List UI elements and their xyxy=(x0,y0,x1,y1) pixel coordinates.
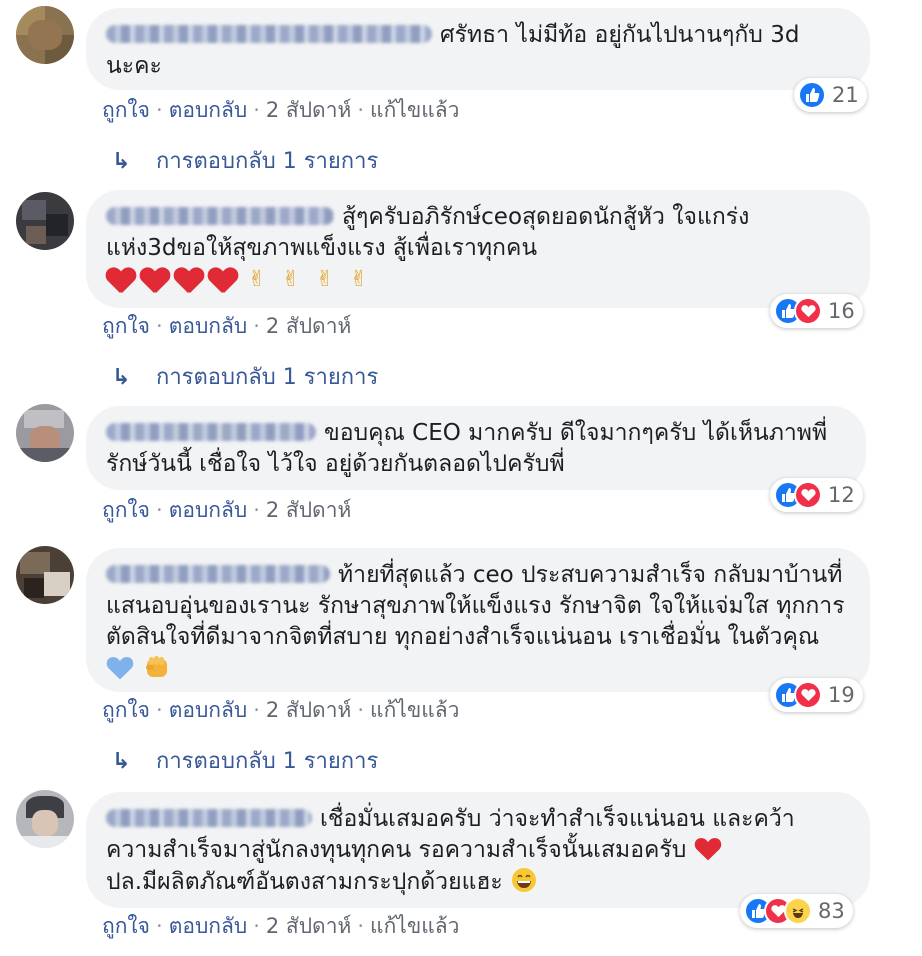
raised-fist-icon xyxy=(143,653,173,681)
reply-link[interactable]: ตอบกลับ xyxy=(169,314,248,338)
reply-link[interactable]: ตอบกลับ xyxy=(169,698,248,722)
view-replies-link[interactable]: ↳ การตอบกลับ 1 รายการ xyxy=(112,364,378,392)
avatar[interactable] xyxy=(16,192,74,250)
red-heart-icon xyxy=(174,266,204,294)
red-heart-icon xyxy=(208,266,238,294)
edited-label[interactable]: แก้ไขแล้ว xyxy=(370,914,459,938)
timestamp[interactable]: 2 สัปดาห์ xyxy=(266,98,351,122)
reply-link[interactable]: ตอบกลับ xyxy=(169,498,248,522)
reaction-count: 16 xyxy=(828,299,855,323)
reaction-count: 21 xyxy=(832,83,859,107)
replies-label: การตอบกลับ 1 รายการ xyxy=(156,365,379,390)
reaction-count: 12 xyxy=(828,483,855,507)
comment-bubble: ศรัทธา ไม่มีท้อ อยู่กันไปนานๆกับ 3d นะคะ xyxy=(86,8,870,90)
edited-label[interactable]: แก้ไขแล้ว xyxy=(370,698,459,722)
author-name[interactable] xyxy=(106,207,334,225)
avatar[interactable] xyxy=(16,790,74,848)
view-replies-link[interactable]: ↳ การตอบกลับ 1 รายการ xyxy=(112,148,378,176)
replies-label: การตอบกลับ 1 รายการ xyxy=(156,149,379,174)
victory-hand-icon: ✌ xyxy=(247,267,267,292)
comment-text-line: ปล.มีผลิตภัณฑ์อันตงสามกระปุกด้วยแฮะ xyxy=(106,869,503,895)
reply-arrow-icon: ↳ xyxy=(112,749,131,774)
comment-actions: ถูกใจ · ตอบกลับ · 2 สัปดาห์ xyxy=(102,314,352,338)
avatar[interactable] xyxy=(16,546,74,604)
timestamp[interactable]: 2 สัปดาห์ xyxy=(266,914,351,938)
reaction-count: 83 xyxy=(818,899,845,923)
grinning-face-icon xyxy=(510,866,540,894)
timestamp[interactable]: 2 สัปดาห์ xyxy=(266,498,351,522)
reaction-count: 19 xyxy=(828,683,855,707)
haha-reaction-icon xyxy=(784,897,812,925)
victory-hand-icon: ✌ xyxy=(315,267,335,292)
reply-link[interactable]: ตอบกลับ xyxy=(169,98,248,122)
author-name[interactable] xyxy=(106,809,312,827)
like-link[interactable]: ถูกใจ xyxy=(102,314,150,338)
comment-bubble: เชื่อมั่นเสมอครับ ว่าจะทำสำเร็จแน่นอน แล… xyxy=(86,792,870,908)
timestamp[interactable]: 2 สัปดาห์ xyxy=(266,314,351,338)
red-heart-icon xyxy=(106,266,136,294)
red-heart-icon xyxy=(694,836,724,864)
reaction-summary[interactable]: 21 xyxy=(794,78,867,112)
like-link[interactable]: ถูกใจ xyxy=(102,698,150,722)
comment-actions: ถูกใจ · ตอบกลับ · 2 สัปดาห์ · แก้ไขแล้ว xyxy=(102,698,460,722)
emoji-row: ✌ ✌ ✌ ✌ xyxy=(106,266,848,294)
avatar[interactable] xyxy=(16,404,74,462)
author-name[interactable] xyxy=(106,565,330,583)
author-name[interactable] xyxy=(106,423,316,441)
view-replies-link[interactable]: ↳ การตอบกลับ 1 รายการ xyxy=(112,748,378,776)
comment-actions: ถูกใจ · ตอบกลับ · 2 สัปดาห์ · แก้ไขแล้ว xyxy=(102,914,460,938)
love-reaction-icon xyxy=(794,681,822,709)
like-link[interactable]: ถูกใจ xyxy=(102,498,150,522)
comment-bubble: ขอบคุณ CEO มากครับ ดีใจมากๆครับ ได้เห็นภ… xyxy=(86,406,866,490)
reaction-summary[interactable]: 19 xyxy=(770,678,863,712)
reaction-summary[interactable]: 16 xyxy=(770,294,863,328)
reply-arrow-icon: ↳ xyxy=(112,365,131,390)
reply-link[interactable]: ตอบกลับ xyxy=(169,914,248,938)
victory-hand-icon: ✌ xyxy=(281,267,301,292)
comment-bubble: สู้ๆครับอภิรักษ์ceoสุดยอดนักสู้หัว ใจแกร… xyxy=(86,190,870,308)
comment-actions: ถูกใจ · ตอบกลับ · 2 สัปดาห์ · แก้ไขแล้ว xyxy=(102,98,460,122)
reaction-summary[interactable]: 12 xyxy=(770,478,863,512)
victory-hand-icon: ✌ xyxy=(349,267,369,292)
avatar[interactable] xyxy=(16,6,74,64)
replies-label: การตอบกลับ 1 รายการ xyxy=(156,749,379,774)
comment-actions: ถูกใจ · ตอบกลับ · 2 สัปดาห์ xyxy=(102,498,352,522)
reaction-summary[interactable]: 83 xyxy=(740,894,853,928)
edited-label[interactable]: แก้ไขแล้ว xyxy=(370,98,459,122)
like-link[interactable]: ถูกใจ xyxy=(102,914,150,938)
love-reaction-icon xyxy=(794,481,822,509)
author-name[interactable] xyxy=(106,25,432,43)
like-reaction-icon xyxy=(798,81,826,109)
comment-bubble: ท้ายที่สุดแล้ว ceo ประสบความสำเร็จ กลับม… xyxy=(86,548,870,692)
timestamp[interactable]: 2 สัปดาห์ xyxy=(266,698,351,722)
reply-arrow-icon: ↳ xyxy=(112,149,131,174)
red-heart-icon xyxy=(140,266,170,294)
love-reaction-icon xyxy=(794,297,822,325)
blue-heart-icon xyxy=(106,655,136,683)
like-link[interactable]: ถูกใจ xyxy=(102,98,150,122)
